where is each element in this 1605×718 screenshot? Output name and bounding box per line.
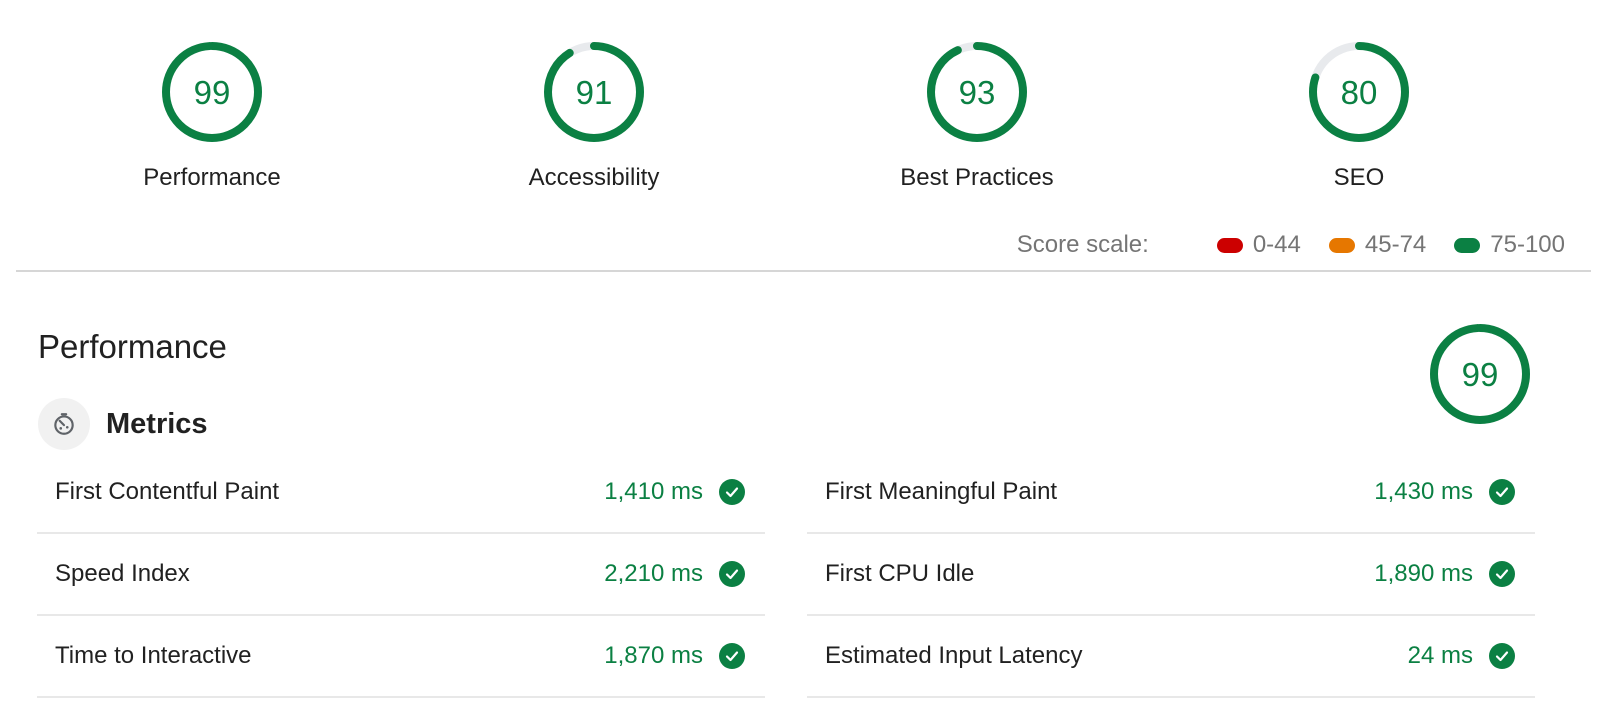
metric-row: Time to Interactive 1,870 ms bbox=[37, 616, 765, 698]
metric-row: Estimated Input Latency 24 ms bbox=[807, 616, 1535, 698]
score-scale-title: Score scale: bbox=[1016, 231, 1149, 258]
gauge-score: 93 bbox=[959, 74, 996, 111]
gauge-performance[interactable]: 99 Performance bbox=[92, 40, 332, 192]
metrics-title: Metrics bbox=[106, 407, 208, 440]
gauge-ring: 99 bbox=[1430, 324, 1530, 424]
check-circle-icon bbox=[1489, 561, 1515, 587]
red-pill-icon bbox=[1216, 237, 1243, 253]
metric-name: First CPU Idle bbox=[825, 560, 975, 587]
scale-item-pass: 75-100 bbox=[1454, 231, 1565, 259]
metric-name: Time to Interactive bbox=[55, 642, 252, 669]
check-circle-icon bbox=[719, 643, 745, 669]
section-divider bbox=[16, 270, 1591, 272]
metric-name: Speed Index bbox=[55, 560, 190, 587]
check-circle-icon bbox=[719, 479, 745, 505]
gauge-seo[interactable]: 80 SEO bbox=[1239, 40, 1479, 192]
gauge-score: 99 bbox=[1462, 356, 1499, 393]
check-circle-icon bbox=[719, 561, 745, 587]
gauge-ring: 91 bbox=[544, 42, 644, 142]
metric-row: First Contentful Paint 1,410 ms bbox=[37, 452, 765, 534]
metric-row: Speed Index 2,210 ms bbox=[37, 534, 765, 616]
scale-range: 0-44 bbox=[1252, 231, 1301, 258]
gauge-ring: 93 bbox=[927, 42, 1027, 142]
metric-name: First Meaningful Paint bbox=[825, 478, 1058, 505]
category-gauges: 99 Performance 91 Accessibility 93 Best … bbox=[0, 40, 1605, 200]
gauge-label: Best Practices bbox=[900, 164, 1054, 191]
score-scale-legend: Score scale: 0-44 45-74 75-100 bbox=[1017, 231, 1565, 259]
metric-row: First Meaningful Paint 1,430 ms bbox=[807, 452, 1535, 534]
stopwatch-icon bbox=[38, 398, 90, 450]
metric-value: 1,870 ms bbox=[604, 642, 703, 669]
gauge-score: 80 bbox=[1341, 74, 1378, 111]
check-circle-icon bbox=[1489, 479, 1515, 505]
scale-item-fail: 0-44 bbox=[1216, 231, 1301, 259]
check-circle-icon bbox=[1489, 643, 1515, 669]
metric-value: 2,210 ms bbox=[604, 560, 703, 587]
metrics-column-left: First Contentful Paint 1,410 ms Speed In… bbox=[37, 452, 765, 698]
metric-value: 1,410 ms bbox=[604, 478, 703, 505]
scale-range: 45-74 bbox=[1364, 231, 1427, 258]
metric-value: 1,430 ms bbox=[1374, 478, 1473, 505]
gauge-score: 91 bbox=[576, 74, 613, 111]
gauge-label: SEO bbox=[1333, 164, 1385, 191]
gauge-label: Performance bbox=[143, 164, 281, 191]
performance-section-gauge: 99 bbox=[1428, 322, 1532, 431]
metric-value: 1,890 ms bbox=[1374, 560, 1473, 587]
metrics-header: Metrics bbox=[38, 398, 208, 450]
green-pill-icon bbox=[1454, 237, 1481, 253]
gauge-ring: 99 bbox=[162, 42, 262, 142]
gauge-accessibility[interactable]: 91 Accessibility bbox=[474, 40, 714, 192]
gauge-ring: 80 bbox=[1309, 42, 1409, 142]
gauge-label: Accessibility bbox=[528, 164, 660, 191]
metrics-column-right: First Meaningful Paint 1,430 ms First CP… bbox=[807, 452, 1535, 698]
section-title: Performance bbox=[38, 328, 227, 365]
gauge-score: 99 bbox=[194, 74, 231, 111]
scale-item-average: 45-74 bbox=[1328, 231, 1427, 259]
metric-name: First Contentful Paint bbox=[55, 478, 280, 505]
metric-value: 24 ms bbox=[1407, 642, 1473, 669]
gauge-best-practices[interactable]: 93 Best Practices bbox=[857, 40, 1097, 192]
scale-range: 75-100 bbox=[1490, 231, 1565, 258]
orange-pill-icon bbox=[1328, 237, 1355, 253]
metric-name: Estimated Input Latency bbox=[825, 642, 1083, 669]
metric-row: First CPU Idle 1,890 ms bbox=[807, 534, 1535, 616]
